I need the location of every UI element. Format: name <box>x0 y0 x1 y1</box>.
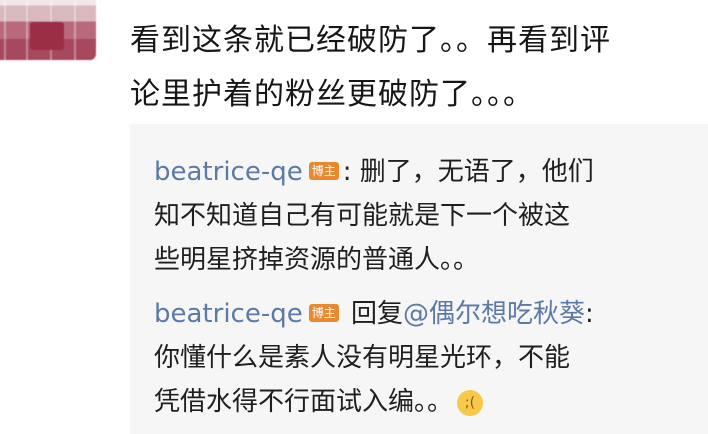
reply-text-line-3: 凭借水得不行面试入编。。 ;( <box>154 380 594 424</box>
reply-separator: : <box>342 157 352 187</box>
crying-face-icon: ;( <box>457 389 484 416</box>
reply-text-line-2: 你懂什么是素人没有明星光环，不能 <box>154 343 571 373</box>
reply-author[interactable]: beatrice-qe <box>154 299 303 329</box>
author-badge: 博主 <box>308 303 339 322</box>
mention-link[interactable]: @偶尔想吃秋葵 <box>403 299 585 329</box>
reply-line-1: beatrice-qe 博主: 删了，无语了，他们 <box>154 150 594 194</box>
reply-word: 回复 <box>342 299 403 329</box>
reply-line-1: beatrice-qe 博主 回复@偶尔想吃秋葵: <box>154 292 594 336</box>
reply-text-line-3: 些明星挤掉资源的普通人。。 <box>154 245 480 275</box>
reply-text-line-2: 知不知道自己有可能就是下一个被这 <box>154 201 571 231</box>
reply-item: beatrice-qe 博主 回复@偶尔想吃秋葵: 你懂什么是素人没有明星光环，不… <box>154 292 594 424</box>
reply-text: 凭借水得不行面试入编。。 <box>154 387 454 417</box>
comment-text: 看到这条就已经破防了。。再看到评 论里护着的粉丝更破防了。。。 <box>130 14 700 122</box>
comment-line-2: 论里护着的粉丝更破防了。。。 <box>130 77 534 112</box>
reply-author[interactable]: beatrice-qe <box>154 157 303 187</box>
reply-separator: : <box>585 299 594 329</box>
avatar[interactable] <box>0 0 96 60</box>
comment-line-1: 看到这条就已经破防了。。再看到评 <box>130 23 611 58</box>
reply-thread: beatrice-qe 博主: 删了，无语了，他们 知不知道自己有可能就是下一个被… <box>130 124 708 434</box>
reply-text-line-1: 删了，无语了，他们 <box>351 157 594 187</box>
author-badge: 博主 <box>308 161 339 180</box>
reply-item: beatrice-qe 博主: 删了，无语了，他们 知不知道自己有可能就是下一个被… <box>154 150 594 282</box>
